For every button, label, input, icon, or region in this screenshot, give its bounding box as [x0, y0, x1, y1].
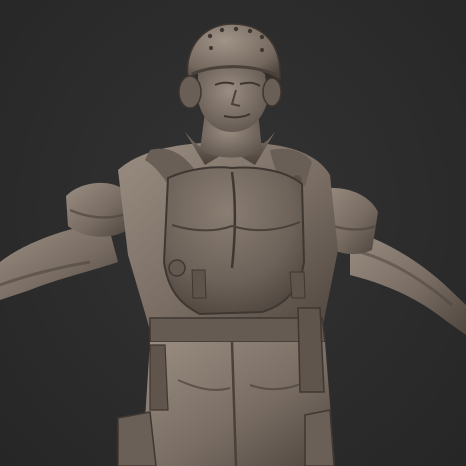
viewport	[0, 0, 466, 466]
body-armor-vest	[162, 166, 306, 316]
left-arm	[0, 182, 130, 300]
soldier-sculpt	[0, 23, 466, 466]
right-arm	[318, 188, 466, 335]
pants	[117, 307, 335, 466]
